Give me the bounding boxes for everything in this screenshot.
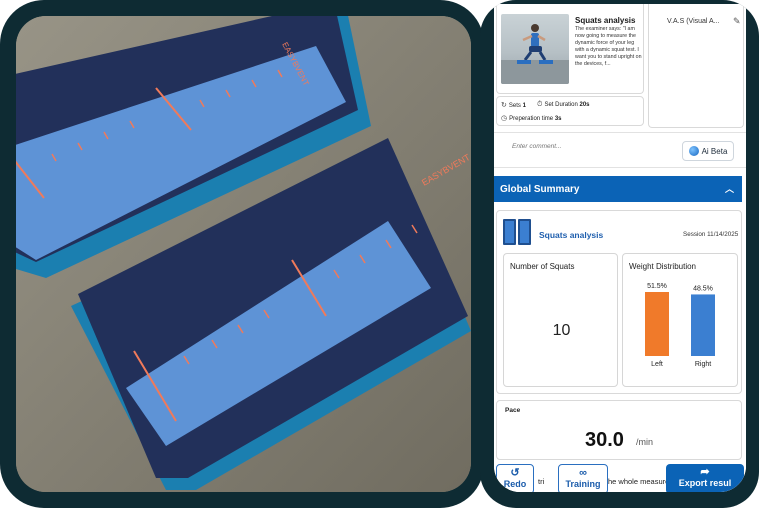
app-frame: EASYBVENT EASYBVENT Squats analysis The … bbox=[0, 0, 759, 508]
timer-icon: ⏱ bbox=[537, 101, 543, 108]
pace-label: Pace bbox=[505, 407, 521, 414]
redo-button[interactable]: ↺ Redo bbox=[496, 464, 534, 492]
prep-item: ◷ Preperation time 3s bbox=[501, 114, 562, 122]
force-plates-icon bbox=[503, 219, 533, 245]
prep-value: 3s bbox=[554, 116, 562, 122]
redo-icon: ↺ bbox=[510, 467, 520, 479]
summary-exercise-title: Squats analysis bbox=[539, 230, 604, 240]
vas-card[interactable]: V.A.S (Visual A... ✎ bbox=[648, 4, 744, 128]
global-summary-header[interactable]: Global Summary ︿ bbox=[494, 176, 742, 202]
weight-distribution-chart: 51.5% Left 48.5% Right bbox=[645, 283, 715, 368]
device-photo: EASYBVENT EASYBVENT bbox=[16, 16, 471, 492]
bar-left bbox=[645, 292, 669, 356]
redo-small-icon: ↻ bbox=[501, 102, 507, 109]
phone-panel: Squats analysis The examiner says: "I am… bbox=[480, 0, 759, 508]
session-date: Session 11/14/2025 bbox=[683, 231, 739, 238]
exercise-title: Squats analysis bbox=[575, 16, 636, 25]
data-label-left: 51.5% bbox=[647, 283, 667, 290]
category-label-right: Right bbox=[695, 361, 711, 368]
training-button[interactable]: ∞ Training bbox=[558, 464, 608, 492]
pencil-icon[interactable]: ✎ bbox=[733, 16, 741, 27]
ai-beta-button[interactable]: Ai Beta bbox=[682, 141, 734, 161]
sets-item: ↻ Sets 1 bbox=[501, 101, 526, 109]
weight-distribution-box: Weight Distribution 51.5% Left 48.5% Right bbox=[622, 253, 738, 387]
vas-label: V.A.S (Visual A... bbox=[667, 18, 720, 25]
squats-value: 10 bbox=[552, 322, 571, 339]
exercise-card[interactable]: Squats analysis The examiner says: "I am… bbox=[496, 4, 644, 94]
pace-value: 30.0 bbox=[585, 429, 624, 451]
photo-panel: EASYBVENT EASYBVENT bbox=[0, 0, 484, 508]
share-icon: ➦ bbox=[700, 466, 710, 478]
export-results-button[interactable]: ➦ Export resul bbox=[666, 464, 744, 492]
phone-screen: Squats analysis The examiner says: "I am… bbox=[494, 4, 746, 492]
duration-label: Set Duration bbox=[544, 102, 578, 108]
duration-item: ⏱ Set Duration 20s bbox=[537, 101, 590, 109]
pace-card: Pace 30.0 /min bbox=[496, 400, 742, 460]
category-label-left: Left bbox=[651, 361, 663, 368]
global-summary-title: Global Summary bbox=[500, 183, 580, 195]
bar-right bbox=[691, 294, 715, 356]
comment-input[interactable] bbox=[512, 143, 662, 150]
note-text-right: he whole measure bbox=[608, 477, 670, 486]
data-label-right: 48.5% bbox=[693, 285, 713, 292]
prep-label: Preperation time bbox=[509, 116, 554, 122]
bottom-action-bar: tri he whole measure ↺ Redo ∞ Training ➦… bbox=[494, 462, 746, 492]
sets-value: 1 bbox=[522, 103, 526, 109]
squats-count-box: Number of Squats 10 bbox=[503, 253, 618, 387]
ai-beta-label: Ai Beta bbox=[701, 146, 728, 156]
note-text-left: tri bbox=[538, 477, 545, 486]
exercise-description: The examiner says: "I am now going to me… bbox=[575, 26, 642, 67]
training-label: Training bbox=[565, 479, 601, 489]
export-label: Export resul bbox=[678, 478, 732, 488]
ai-icon bbox=[688, 146, 699, 156]
squats-label: Number of Squats bbox=[510, 262, 575, 271]
summary-card: Squats analysis Session 11/14/2025 Numbe… bbox=[496, 210, 742, 394]
duration-value: 20s bbox=[579, 102, 590, 108]
clock-icon: ◷ bbox=[501, 115, 508, 122]
redo-label: Redo bbox=[503, 479, 527, 489]
pace-unit: /min bbox=[636, 437, 654, 447]
link-icon: ∞ bbox=[579, 467, 587, 479]
chevron-up-icon[interactable]: ︿ bbox=[725, 182, 734, 195]
exercise-thumbnail bbox=[501, 14, 569, 84]
sets-card: ↻ Sets 1 ⏱ Set Duration 20s ◷ Preperation t… bbox=[496, 96, 644, 126]
sets-label: Sets bbox=[508, 103, 521, 109]
comment-row: Ai Beta bbox=[494, 132, 746, 168]
